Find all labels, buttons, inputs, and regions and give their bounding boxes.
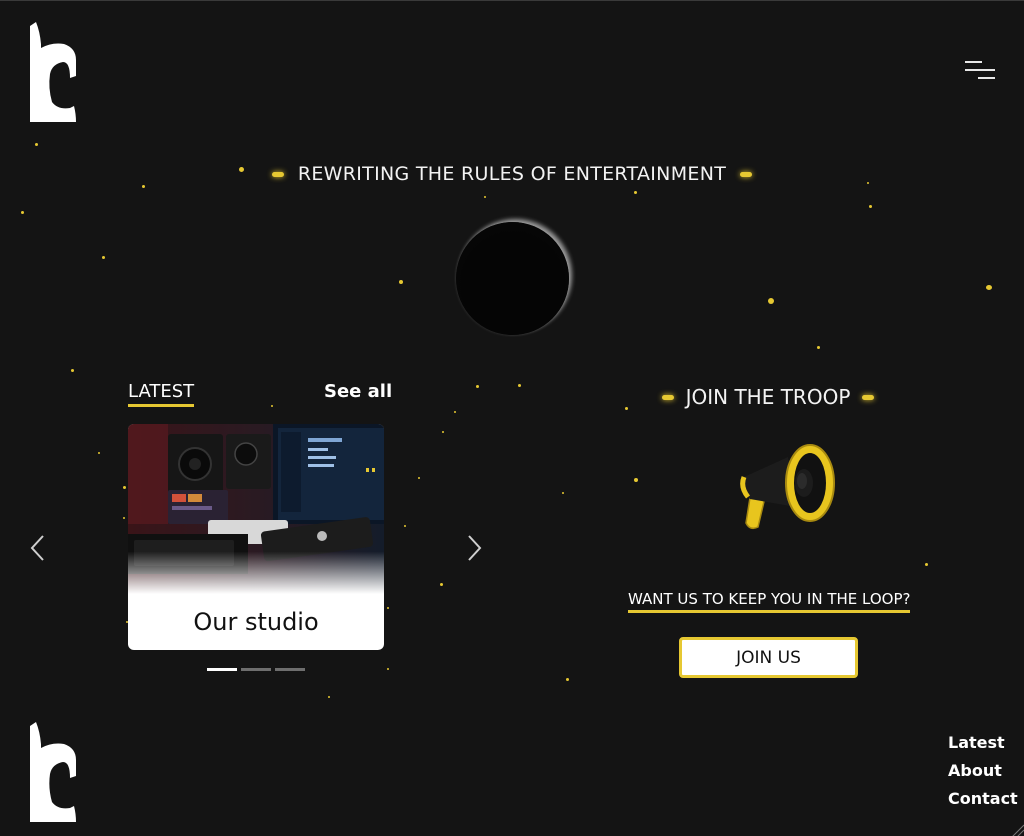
footer-nav: Latest About Contact [948, 733, 1018, 809]
carousel-dot[interactable] [275, 668, 305, 671]
logo[interactable] [30, 22, 76, 122]
latest-heading: LATEST [128, 381, 195, 407]
dash-icon [740, 171, 753, 177]
dash-icon [862, 394, 875, 400]
dash-icon [271, 171, 284, 177]
resize-grip-icon [1008, 819, 1024, 836]
starfield [0, 1, 1024, 836]
newsletter-prompt: WANT US TO KEEP YOU IN THE LOOP? [628, 590, 911, 613]
footer-link-contact[interactable]: Contact [948, 789, 1018, 809]
page: REWRITING THE RULES OF ENTERTAINMENT LAT… [0, 0, 1024, 836]
logo-mark-icon [30, 722, 76, 822]
footer-logo[interactable] [30, 722, 76, 822]
join-heading: JOIN THE TROOP [612, 385, 924, 409]
join-heading-text: JOIN THE TROOP [685, 385, 851, 409]
logo-mark-icon [30, 22, 76, 122]
card-title: Our studio [193, 608, 319, 636]
footer-link-about[interactable]: About [948, 761, 1018, 781]
chevron-right-icon[interactable] [464, 533, 484, 563]
megaphone-icon [738, 441, 838, 531]
eclipse-sphere [456, 222, 569, 335]
see-all-link[interactable]: See all [324, 381, 392, 402]
carousel-dot[interactable] [207, 668, 237, 671]
hero-tagline: REWRITING THE RULES OF ENTERTAINMENT [0, 163, 1024, 185]
hamburger-menu-icon[interactable] [962, 59, 998, 85]
join-us-button[interactable]: JOIN US [679, 637, 858, 678]
latest-card[interactable]: Our studio [128, 424, 384, 650]
tagline-text: REWRITING THE RULES OF ENTERTAINMENT [297, 163, 727, 185]
studio-photo [128, 424, 384, 594]
chevron-left-icon[interactable] [28, 533, 48, 563]
carousel-pagination [207, 668, 305, 671]
footer-link-latest[interactable]: Latest [948, 733, 1018, 753]
carousel-dot[interactable] [241, 668, 271, 671]
dash-icon [661, 394, 674, 400]
